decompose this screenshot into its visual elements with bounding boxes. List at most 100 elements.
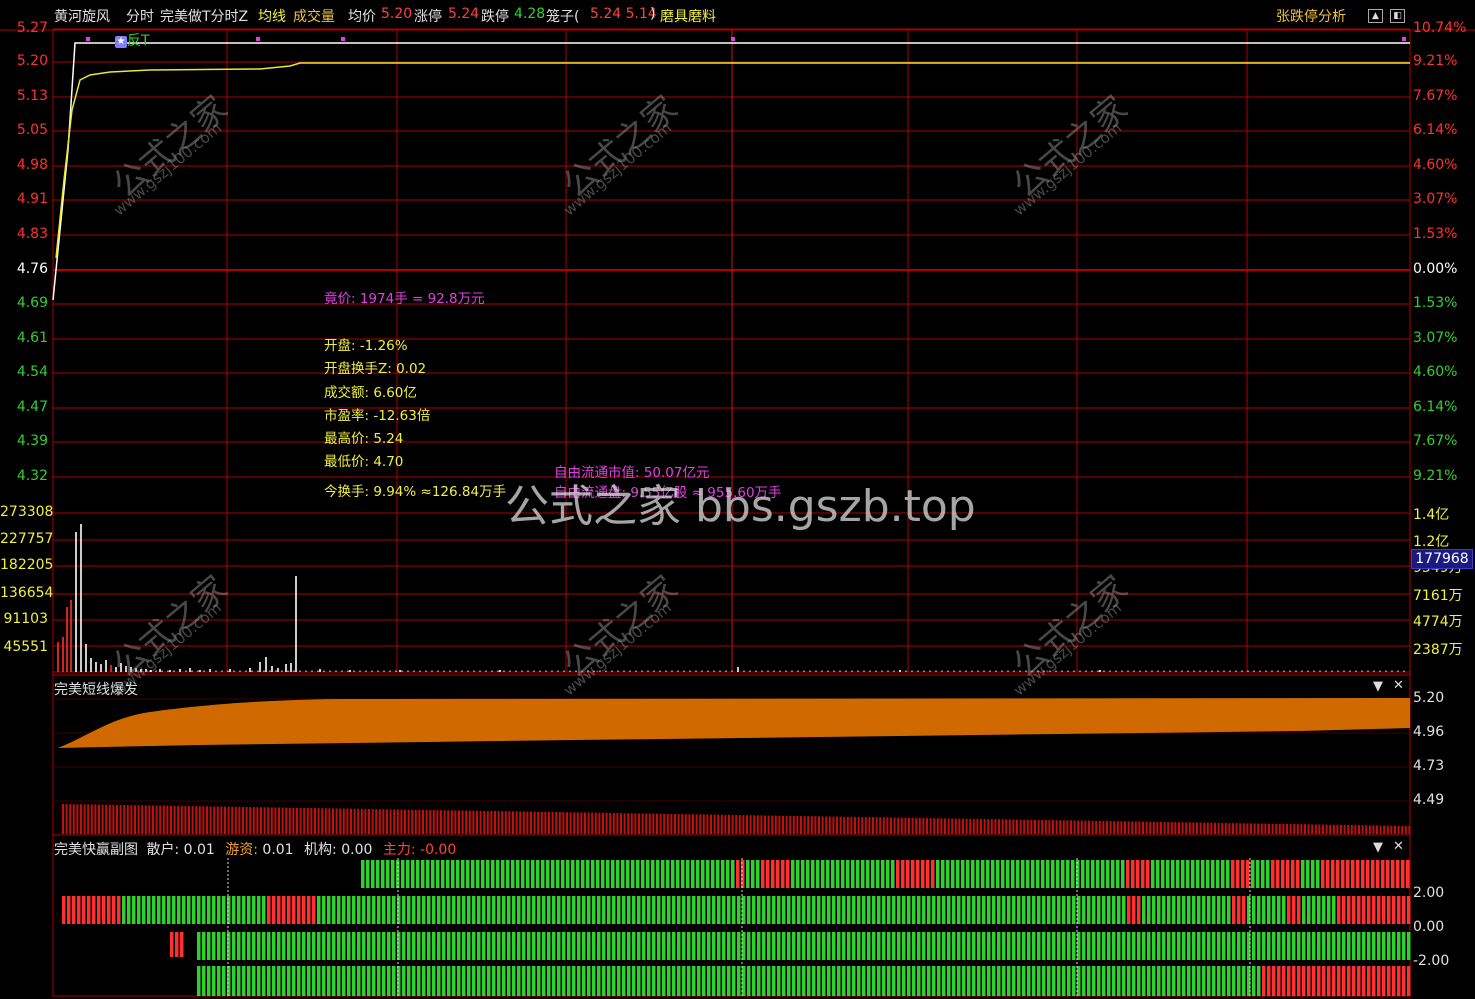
limit-analysis-button[interactable]: 张跌停分析 (1276, 6, 1346, 26)
flow-bar (1226, 860, 1230, 888)
flow-bar (967, 896, 971, 924)
flow-bar (1246, 860, 1250, 888)
panel3-dropdown-icon[interactable]: ▼ (1373, 840, 1383, 855)
signal-dot (1402, 37, 1406, 41)
flow-bar (1382, 896, 1386, 924)
flow-bar (617, 966, 621, 996)
flow-bar (381, 860, 385, 888)
flow-bar (847, 896, 851, 924)
pin-icon[interactable]: ▲ (1368, 9, 1383, 23)
flow-bar (1362, 966, 1366, 996)
flow-bar (721, 860, 725, 888)
flow-bar (957, 896, 961, 924)
flow-bar (207, 932, 211, 960)
flow-bar (407, 966, 411, 996)
breakout-bar (353, 808, 356, 834)
flow-bar (956, 860, 960, 888)
breakout-bar (710, 814, 712, 834)
flow-bar (851, 860, 855, 888)
flow-bar (332, 966, 336, 996)
indicator-name[interactable]: 完美做T分时Z (160, 6, 248, 26)
flow-bar (237, 896, 241, 924)
flow-bar (432, 932, 436, 960)
flow-bar (337, 966, 341, 996)
flow-bar (1072, 932, 1076, 960)
flow-bar (232, 896, 236, 924)
flow-bar (892, 896, 896, 924)
breakout-bar (414, 809, 417, 834)
flow-bar (957, 932, 961, 960)
stock-name[interactable]: 黄河旋风 (54, 6, 110, 26)
panel3-title[interactable]: 完美快赢副图 (54, 842, 138, 858)
breakout-bar (1304, 824, 1306, 834)
axis-tick-label: 2387万 (1413, 642, 1463, 658)
flow-bar (857, 966, 861, 996)
breakout-bar (1260, 823, 1263, 834)
flow-bar (1197, 896, 1201, 924)
limit-up-value: 5.24 (448, 6, 480, 22)
breakout-bar (958, 818, 961, 834)
flow-bar (657, 896, 661, 924)
flow-bar (632, 932, 636, 960)
flow-bar (922, 896, 926, 924)
breakout-bar (630, 813, 633, 834)
flow-bar (77, 896, 81, 924)
flow-bar (1012, 932, 1016, 960)
flow-bar (992, 966, 996, 996)
flow-bar (757, 932, 761, 960)
flow-bar (837, 932, 841, 960)
flow-bar (1337, 896, 1341, 924)
flow-bar (427, 966, 431, 996)
breakout-bar (425, 809, 428, 834)
panel2-dropdown-icon[interactable]: ▼ (1373, 679, 1383, 694)
panel3-close-icon[interactable]: ✕ (1393, 839, 1404, 854)
flow-bar (516, 860, 520, 888)
flow-bar (272, 896, 276, 924)
flow-bar (1287, 932, 1291, 960)
flow-bar (317, 966, 321, 996)
breakout-bar (468, 810, 471, 834)
flow-bar (277, 932, 281, 960)
breakout-bar (1257, 823, 1260, 834)
flow-bar (922, 966, 926, 996)
flow-bar (1232, 932, 1236, 960)
flow-bar (452, 966, 456, 996)
flow-bar (712, 896, 716, 924)
tab-intraday[interactable]: 分时 (126, 6, 154, 26)
flow-bar (1071, 860, 1075, 888)
flow-bar (542, 896, 546, 924)
flow-bar (1341, 860, 1345, 888)
flow-bar (1162, 932, 1166, 960)
breakout-bar (800, 816, 802, 834)
flow-bar (612, 896, 616, 924)
axis-tick-label: 7.67% (1413, 433, 1458, 449)
window-toggle-icon[interactable]: ◧ (1390, 9, 1405, 23)
flow-bar (222, 932, 226, 960)
flow-bar (1012, 966, 1016, 996)
breakout-bar (72, 804, 75, 834)
flow-bar (1217, 932, 1221, 960)
flow-bar (982, 896, 986, 924)
breakout-bar (656, 813, 658, 834)
breakout-bar (1167, 822, 1170, 834)
axis-tick-label: 1.53% (1413, 226, 1458, 242)
buy-marker-icon[interactable]: ★ (115, 36, 127, 48)
flow-bar (572, 896, 576, 924)
breakout-bar (119, 804, 122, 834)
flow-bar (507, 966, 511, 996)
breakout-bar (990, 819, 993, 834)
flow-bar (377, 896, 381, 924)
flow-bar (1352, 896, 1356, 924)
flow-bar (1167, 932, 1171, 960)
flow-bar (1037, 932, 1041, 960)
panel2-close-icon[interactable]: ✕ (1393, 678, 1404, 693)
sector-name[interactable]: 磨具磨料 (660, 6, 716, 26)
breakout-bar (1041, 819, 1044, 834)
breakout-bar (911, 817, 914, 834)
axis-tick-label: 0.00% (1413, 261, 1458, 277)
flow-bar (512, 966, 516, 996)
breakout-bar (1368, 825, 1371, 834)
flow-bar (952, 932, 956, 960)
flow-bar (1286, 860, 1290, 888)
breakout-bar (872, 817, 874, 834)
